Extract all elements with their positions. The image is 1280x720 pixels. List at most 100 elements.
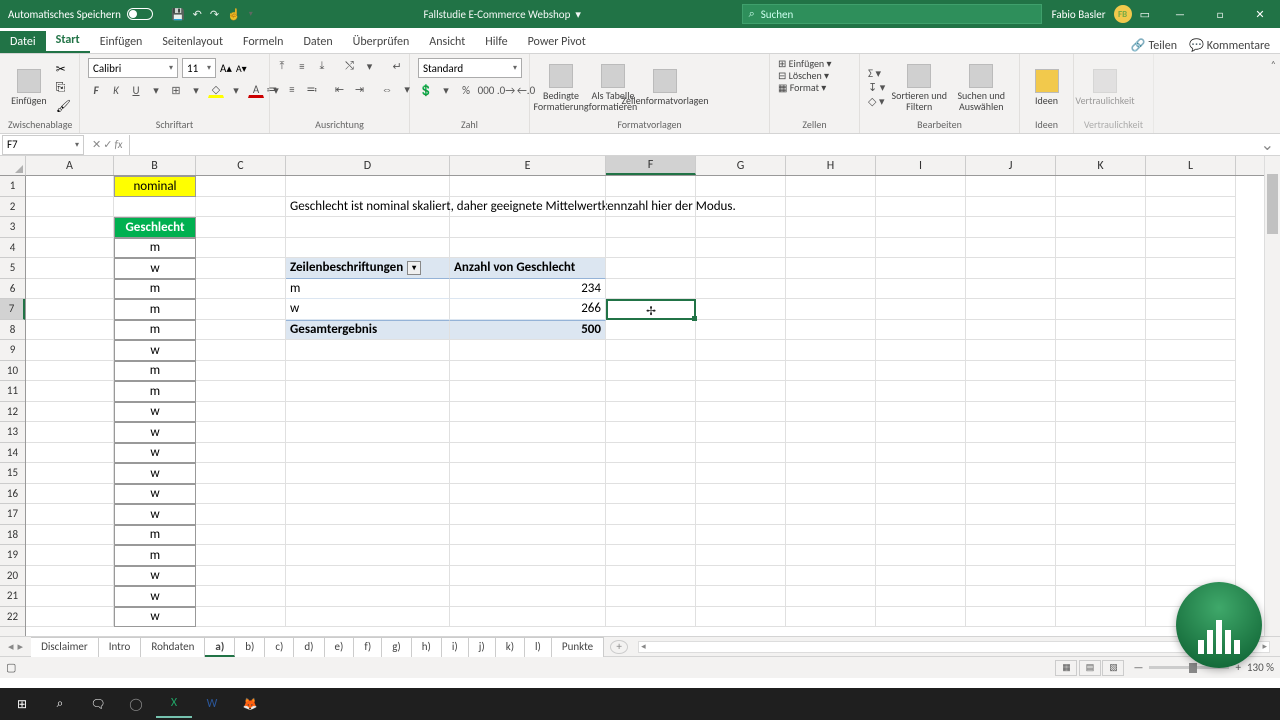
cell[interactable] — [966, 197, 1056, 218]
cell[interactable] — [1146, 361, 1236, 382]
cell[interactable] — [786, 279, 876, 300]
tab-ansicht[interactable]: Ansicht — [419, 31, 475, 53]
cell[interactable] — [450, 402, 606, 423]
sheet-tab[interactable]: l) — [525, 637, 552, 657]
cell[interactable] — [696, 238, 786, 259]
cell[interactable] — [696, 443, 786, 464]
cell[interactable] — [450, 197, 606, 218]
cell[interactable] — [196, 525, 286, 546]
cell[interactable] — [696, 299, 786, 320]
cell[interactable] — [966, 566, 1056, 587]
cell[interactable] — [450, 443, 606, 464]
cell[interactable] — [1146, 340, 1236, 361]
row-header-1[interactable]: 1 — [0, 176, 25, 197]
cell[interactable] — [876, 566, 966, 587]
cell[interactable] — [786, 504, 876, 525]
taskbar-word-icon[interactable]: W — [194, 690, 230, 718]
zoom-level[interactable]: 130 % — [1247, 661, 1274, 674]
cell[interactable] — [196, 422, 286, 443]
normal-view-icon[interactable]: ▦ — [1055, 660, 1077, 676]
cell[interactable] — [26, 422, 114, 443]
cell[interactable] — [786, 484, 876, 505]
col-header-L[interactable]: L — [1146, 156, 1236, 175]
page-layout-view-icon[interactable]: ▤ — [1079, 660, 1101, 676]
format-painter-icon[interactable]: 🖌 — [56, 99, 71, 114]
cell[interactable] — [450, 525, 606, 546]
cell[interactable] — [876, 320, 966, 341]
cell[interactable] — [966, 422, 1056, 443]
cell[interactable] — [606, 197, 696, 218]
cell[interactable] — [450, 381, 606, 402]
cell[interactable] — [114, 197, 196, 218]
formula-input[interactable] — [129, 135, 1255, 155]
cell[interactable]: w — [286, 299, 450, 320]
cell[interactable] — [696, 402, 786, 423]
row-header-21[interactable]: 21 — [0, 586, 25, 607]
taskbar-app-icon[interactable]: 🗨 — [80, 690, 116, 718]
cell[interactable] — [196, 217, 286, 238]
cell[interactable] — [876, 402, 966, 423]
cell[interactable] — [696, 279, 786, 300]
account-area[interactable]: Fabio Basler FB ▭ — [1042, 5, 1160, 23]
col-header-K[interactable]: K — [1056, 156, 1146, 175]
redo-icon[interactable]: ↷ — [210, 8, 219, 21]
cell[interactable] — [1146, 258, 1236, 279]
cell[interactable] — [696, 545, 786, 566]
comma-icon[interactable]: 000 — [478, 82, 494, 98]
cell[interactable] — [450, 586, 606, 607]
cell[interactable] — [876, 586, 966, 607]
cell[interactable] — [1146, 176, 1236, 197]
cell[interactable] — [1146, 504, 1236, 525]
cell[interactable] — [786, 238, 876, 259]
cell[interactable] — [606, 463, 696, 484]
cell[interactable] — [26, 176, 114, 197]
col-header-B[interactable]: B — [114, 156, 196, 175]
cell[interactable]: Anzahl von Geschlecht — [450, 258, 606, 279]
increase-font-icon[interactable]: A▴ — [220, 62, 232, 75]
decrease-font-icon[interactable]: A▾ — [236, 62, 247, 75]
cell[interactable] — [696, 197, 786, 218]
cell[interactable] — [26, 299, 114, 320]
cell[interactable]: Geschlecht ist nominal skaliert, daher g… — [286, 197, 450, 218]
minimize-button[interactable]: — — [1160, 0, 1200, 28]
col-header-A[interactable]: A — [26, 156, 114, 175]
cell[interactable] — [606, 176, 696, 197]
cell[interactable] — [786, 525, 876, 546]
cell[interactable] — [876, 176, 966, 197]
cell[interactable]: w — [114, 340, 196, 361]
vertical-scrollbar[interactable] — [1264, 156, 1280, 636]
cell[interactable] — [26, 566, 114, 587]
cell[interactable] — [966, 176, 1056, 197]
cell[interactable] — [876, 607, 966, 628]
font-color-icon[interactable]: A — [248, 82, 264, 98]
taskbar-excel-icon[interactable]: X — [156, 690, 192, 718]
cell[interactable] — [876, 197, 966, 218]
cell[interactable] — [1056, 484, 1146, 505]
cell[interactable] — [876, 279, 966, 300]
ideas-button[interactable]: Ideen — [1028, 69, 1065, 106]
cell[interactable] — [286, 422, 450, 443]
insert-cells-button[interactable]: ⊞ Einfügen ▾ — [778, 58, 831, 69]
cell[interactable] — [786, 545, 876, 566]
cell[interactable] — [196, 504, 286, 525]
sheet-tab[interactable]: g) — [382, 637, 412, 657]
paste-button[interactable]: Einfügen — [8, 69, 50, 106]
cell[interactable] — [196, 402, 286, 423]
accounting-icon[interactable]: 💲 — [418, 82, 434, 98]
page-break-view-icon[interactable]: ▧ — [1102, 660, 1124, 676]
worksheet-grid[interactable]: ABCDEFGHIJKL 123456789101112131415161718… — [0, 156, 1280, 636]
sheet-tab[interactable]: e) — [325, 637, 355, 657]
cell[interactable] — [450, 238, 606, 259]
sheet-tabs[interactable]: DisclaimerIntroRohdatena)b)c)d)e)f)g)h)i… — [31, 637, 604, 657]
col-header-D[interactable]: D — [286, 156, 450, 175]
cell[interactable] — [786, 566, 876, 587]
cell[interactable]: Geschlecht — [114, 217, 196, 238]
cell[interactable] — [1056, 525, 1146, 546]
cell[interactable] — [26, 586, 114, 607]
cell[interactable] — [696, 607, 786, 628]
clear-icon[interactable]: ◇ ▾ — [868, 95, 885, 108]
tab-seitenlayout[interactable]: Seitenlayout — [152, 31, 233, 53]
search-box[interactable]: ⌕ Suchen — [742, 4, 1042, 24]
cell[interactable] — [786, 340, 876, 361]
cell[interactable] — [966, 545, 1056, 566]
